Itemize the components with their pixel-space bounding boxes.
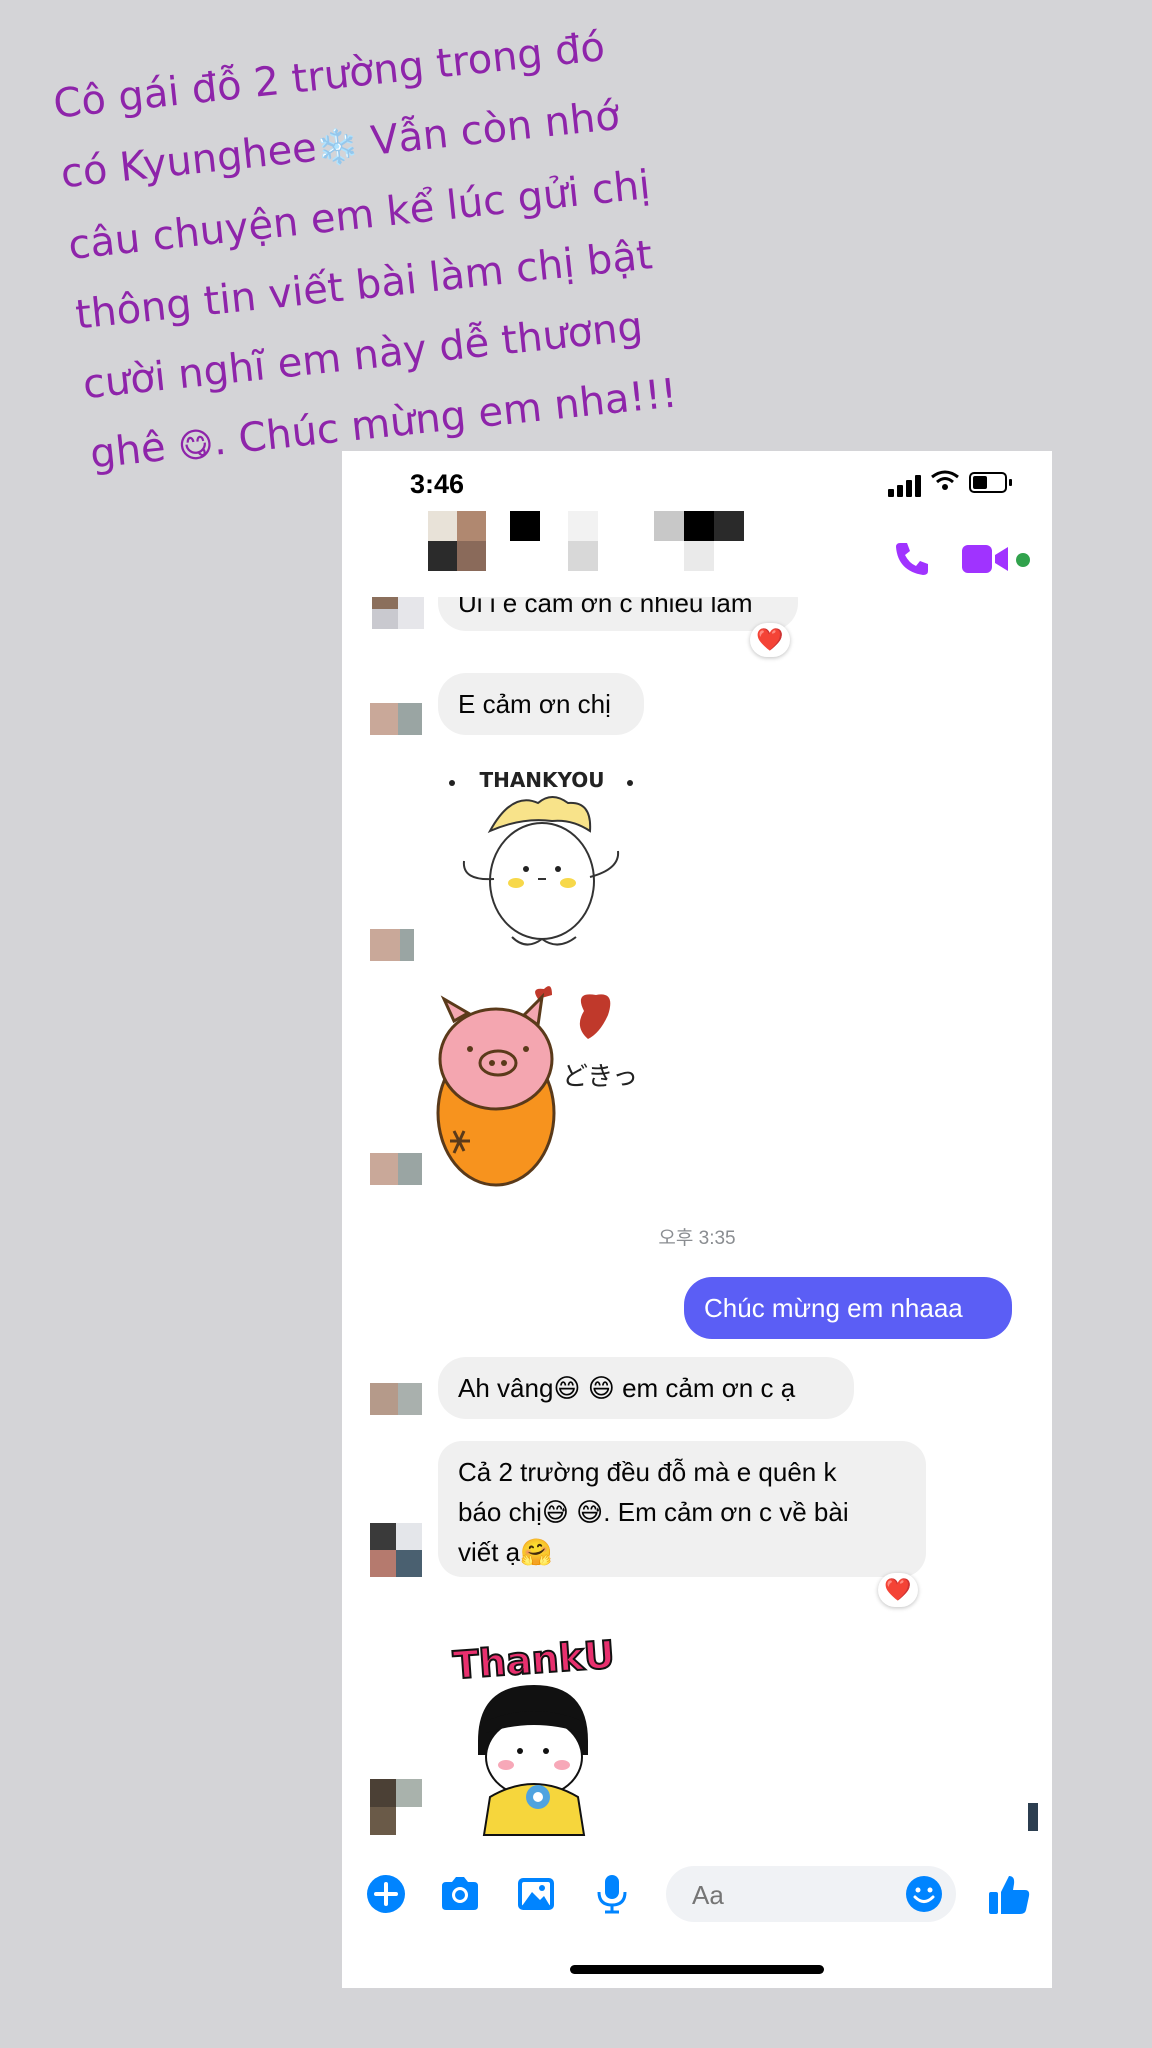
- message-text: báo chị: [458, 1497, 542, 1527]
- message-text: . Em cảm ơn c về bài: [603, 1497, 849, 1527]
- heart-reaction[interactable]: ❤️: [750, 623, 790, 657]
- avatar: [370, 1383, 422, 1415]
- message-bubble-incoming[interactable]: Ah vâng😄 😄 em cảm ơn c ạ: [438, 1357, 854, 1419]
- message-text: em cảm ơn c ạ: [614, 1373, 796, 1403]
- message-input[interactable]: [690, 1876, 894, 1914]
- wifi-icon: [930, 469, 960, 498]
- avatar: [370, 1523, 422, 1577]
- emoji-icon[interactable]: [904, 1874, 944, 1914]
- sticker-text: ThankU: [452, 1632, 616, 1687]
- hug-emoji: 🤗: [520, 1537, 553, 1567]
- heart-reaction[interactable]: ❤️: [878, 1573, 918, 1607]
- status-time: 3:46: [410, 469, 465, 499]
- yum-emoji: 😋: [176, 424, 216, 468]
- caption-text: có Kyunghee: [58, 124, 319, 198]
- snowflake-emoji: ❄️: [314, 125, 361, 170]
- sticker-text: どきっ: [562, 1062, 638, 1092]
- message-thread[interactable]: Ui i e cảm ơn c nhiều lắm ❤️ E cảm ơn ch…: [342, 451, 1052, 1988]
- sticker-text: THANKYOU: [479, 768, 604, 792]
- caption-text: Vẫn còn nhớ: [356, 92, 622, 167]
- message-timestamp: 오후 3:35: [658, 1228, 736, 1249]
- pig-sticker[interactable]: どきっ: [434, 981, 664, 1191]
- message-text-line: báo chị😅 😅. Em cảm ơn c về bài: [458, 1492, 906, 1532]
- contact-avatar[interactable]: [428, 511, 486, 571]
- message-text: E cảm ơn chị: [458, 689, 611, 719]
- status-bar: 3:46: [342, 451, 1052, 507]
- caption-text: ghê: [88, 422, 181, 478]
- battery-icon: [969, 472, 1012, 493]
- avatar: [370, 703, 422, 735]
- avatar: [370, 1779, 422, 1835]
- video-call-icon[interactable]: [960, 541, 1010, 577]
- avatar: [370, 929, 422, 961]
- message-bubble-incoming[interactable]: E cảm ơn chị: [438, 673, 644, 735]
- sweat-smile-emoji: 😅 😅: [541, 1497, 604, 1527]
- heart-icon: ❤️: [884, 1577, 912, 1602]
- chat-header[interactable]: [342, 507, 1052, 597]
- scroll-indicator: [1028, 1803, 1038, 1831]
- story-caption: Cô gái đỗ 2 trường trong đó có Kyunghee❄…: [50, 0, 790, 492]
- phone-call-icon[interactable]: [890, 537, 934, 581]
- message-text: viết ạ: [458, 1537, 521, 1567]
- heart-icon: ❤️: [756, 627, 784, 652]
- home-indicator[interactable]: [570, 1965, 824, 1974]
- signal-icon: [888, 475, 922, 497]
- message-text-line: viết ạ🤗: [458, 1532, 906, 1572]
- contact-name-pixelated[interactable]: [510, 511, 778, 571]
- thumbs-up-icon[interactable]: [986, 1872, 1032, 1918]
- add-icon[interactable]: [364, 1872, 408, 1916]
- microphone-icon[interactable]: [590, 1872, 634, 1916]
- message-input-field[interactable]: [666, 1866, 956, 1922]
- camera-icon[interactable]: [438, 1872, 482, 1916]
- message-text: Ah vâng: [458, 1373, 554, 1403]
- thanku-girl-sticker[interactable]: ThankU: [438, 1621, 638, 1837]
- gallery-icon[interactable]: [514, 1872, 558, 1916]
- avatar: [370, 1153, 422, 1185]
- message-bubble-incoming[interactable]: Cả 2 trường đều đỗ mà e quên k báo chị😅 …: [438, 1441, 926, 1577]
- messenger-screenshot: Ui i e cảm ơn c nhiều lắm ❤️ E cảm ơn ch…: [342, 451, 1052, 1988]
- grin-emoji: 😄 😄: [553, 1373, 615, 1403]
- message-bubble-outgoing[interactable]: Chúc mừng em nhaaa: [684, 1277, 1012, 1339]
- message-text-line: Cả 2 trường đều đỗ mà e quên k: [458, 1457, 837, 1487]
- thankyou-bird-sticker[interactable]: THANKYOU: [442, 761, 642, 961]
- message-text: Chúc mừng em nhaaa: [704, 1293, 963, 1323]
- active-status-dot: [1016, 553, 1030, 567]
